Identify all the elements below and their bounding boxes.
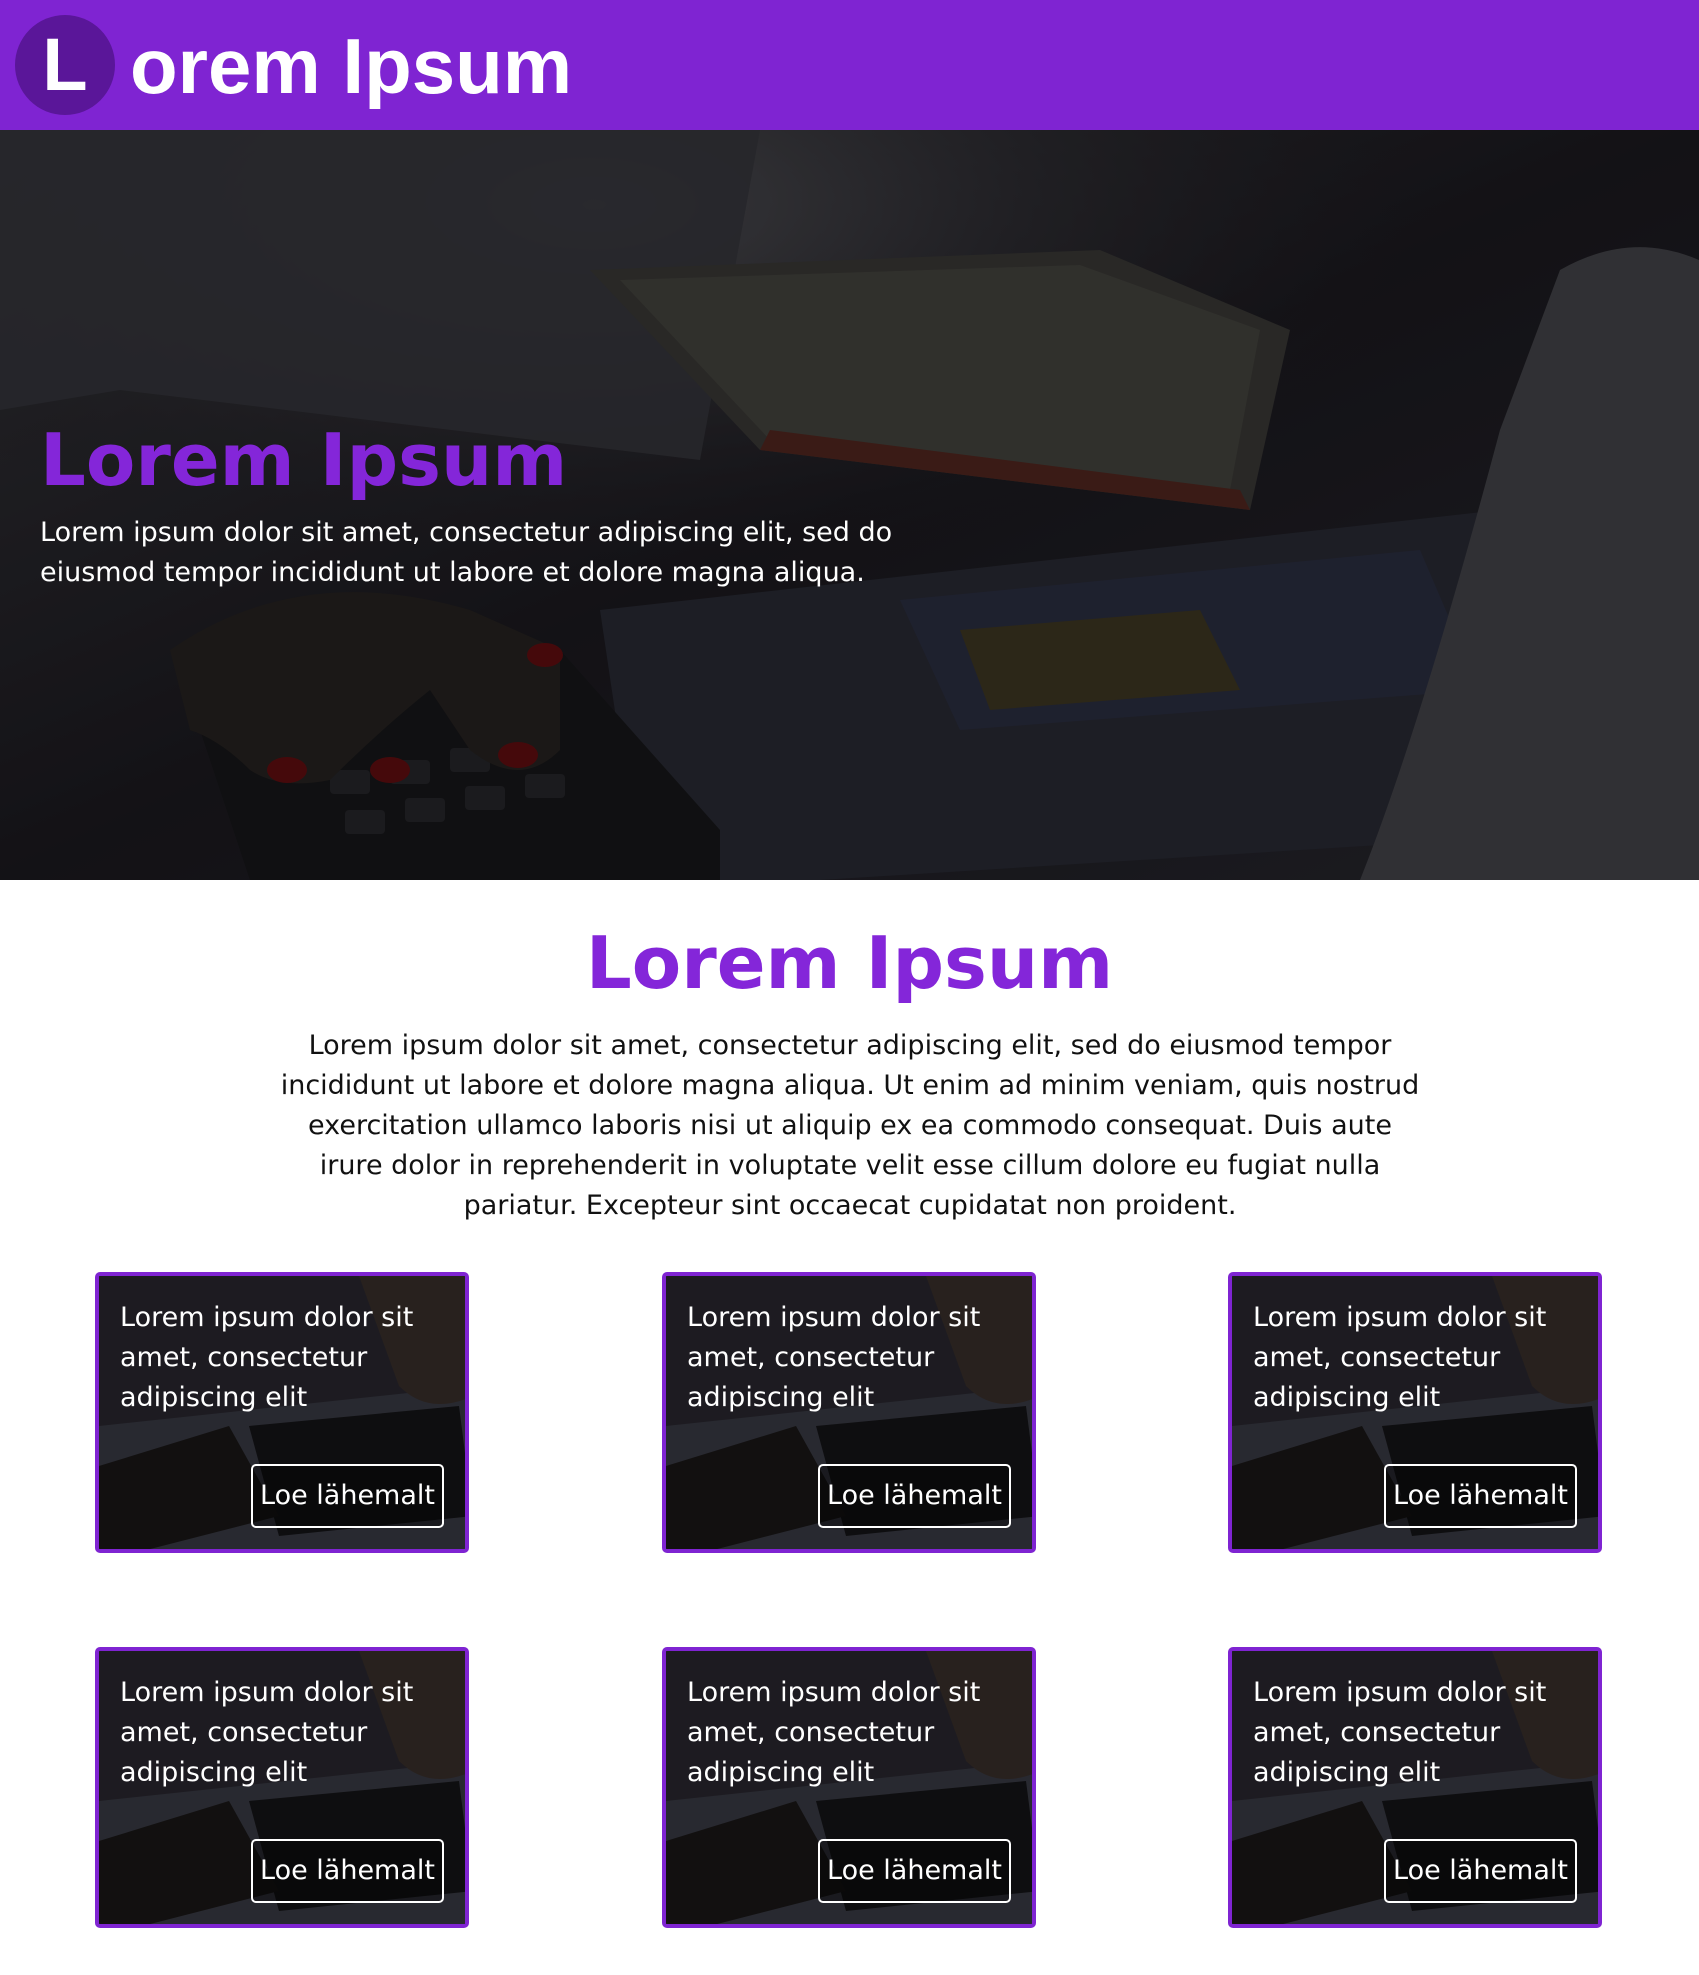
section-title: Lorem Ipsum bbox=[585, 921, 1114, 1005]
read-more-button[interactable]: Loe lähemalt bbox=[251, 1839, 444, 1903]
read-more-button[interactable]: Loe lähemalt bbox=[1384, 1464, 1577, 1528]
card-text: Lorem ipsum dolor sit amet, consectetur … bbox=[1253, 1302, 1547, 1413]
card[interactable]: Lorem ipsum dolor sit amet, consectetur … bbox=[95, 1272, 469, 1553]
read-more-button[interactable]: Loe lähemalt bbox=[818, 1464, 1011, 1528]
card-text: Lorem ipsum dolor sit amet, consectetur … bbox=[120, 1302, 414, 1413]
section-description: Lorem ipsum dolor sit amet, consectetur … bbox=[280, 1030, 1420, 1221]
card-text: Lorem ipsum dolor sit amet, consectetur … bbox=[120, 1677, 414, 1788]
read-more-button[interactable]: Loe lähemalt bbox=[818, 1839, 1011, 1903]
logo-letter: L bbox=[42, 23, 88, 106]
hero-banner: Lorem Ipsum Lorem ipsum dolor sit amet, … bbox=[0, 130, 1699, 880]
hero-background-image bbox=[0, 130, 1699, 880]
site-title[interactable]: orem Ipsum bbox=[130, 16, 572, 116]
logo-badge[interactable]: L bbox=[15, 15, 115, 115]
hero-title: Lorem Ipsum bbox=[40, 418, 568, 502]
card[interactable]: Lorem ipsum dolor sit amet, consectetur … bbox=[1228, 1647, 1602, 1928]
read-more-button[interactable]: Loe lähemalt bbox=[1384, 1839, 1577, 1903]
card[interactable]: Lorem ipsum dolor sit amet, consectetur … bbox=[662, 1647, 1036, 1928]
card[interactable]: Lorem ipsum dolor sit amet, consectetur … bbox=[1228, 1272, 1602, 1553]
card-text: Lorem ipsum dolor sit amet, consectetur … bbox=[1253, 1677, 1547, 1788]
card[interactable]: Lorem ipsum dolor sit amet, consectetur … bbox=[95, 1647, 469, 1928]
card[interactable]: Lorem ipsum dolor sit amet, consectetur … bbox=[662, 1272, 1036, 1553]
hero-description: Lorem ipsum dolor sit amet, consectetur … bbox=[40, 517, 893, 588]
card-text: Lorem ipsum dolor sit amet, consectetur … bbox=[687, 1302, 981, 1413]
read-more-button[interactable]: Loe lähemalt bbox=[251, 1464, 444, 1528]
top-header-bar: L orem Ipsum bbox=[0, 0, 1699, 130]
card-text: Lorem ipsum dolor sit amet, consectetur … bbox=[687, 1677, 981, 1788]
